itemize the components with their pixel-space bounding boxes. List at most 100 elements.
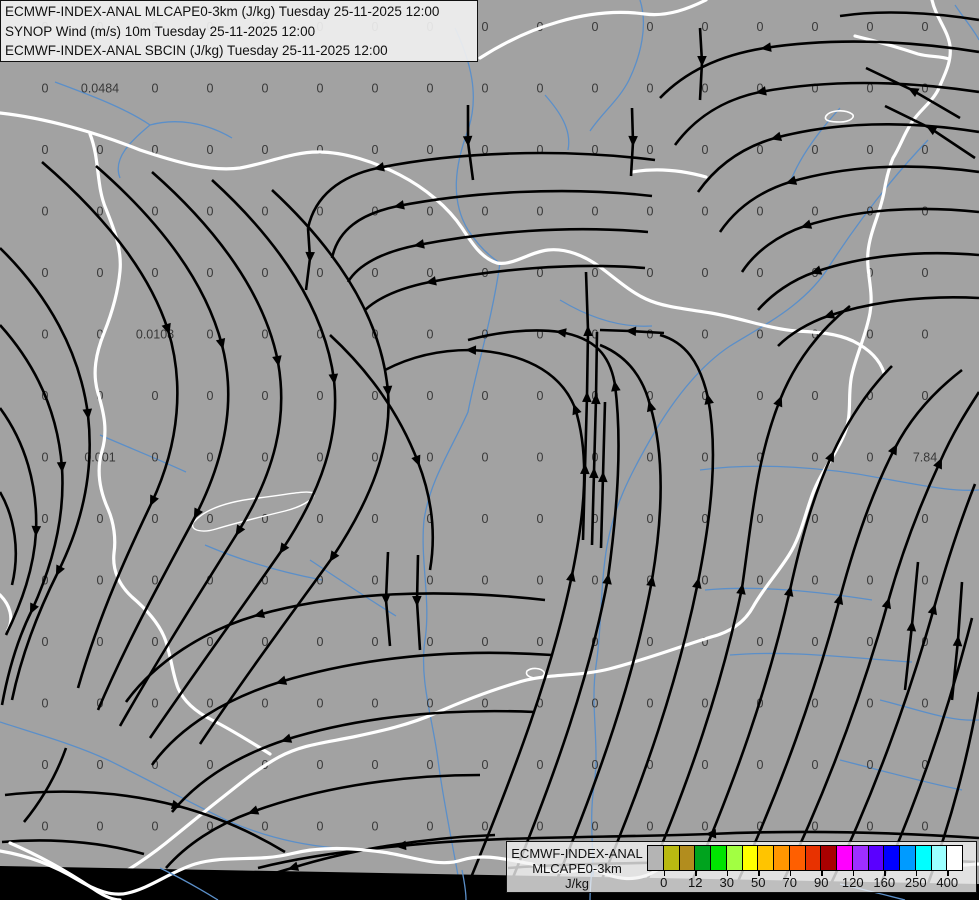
streamline xyxy=(839,11,979,22)
sbcin-zero-label: 0 xyxy=(372,697,379,711)
river xyxy=(839,759,963,791)
sbcin-zero-label: 0 xyxy=(757,574,764,588)
sbcin-zero-label: 0 xyxy=(537,512,544,526)
sbcin-zero-label: 0 xyxy=(262,512,269,526)
sbcin-zero-label: 0 xyxy=(97,266,104,280)
legend-swatch xyxy=(914,845,932,871)
sbcin-zero-label: 0 xyxy=(592,82,599,96)
sbcin-zero-label: 0 xyxy=(427,697,434,711)
sbcin-zero-label: 0 xyxy=(537,205,544,219)
sbcin-zero-label: 0 xyxy=(427,389,434,403)
sbcin-zero-label: 0 xyxy=(647,266,654,280)
legend-title-line1: ECMWF-INDEX-ANAL xyxy=(511,846,643,861)
sbcin-zero-label: 0 xyxy=(317,82,324,96)
sbcin-zero-label: 0 xyxy=(207,758,214,772)
sbcin-zero-label: 0 xyxy=(317,451,324,465)
sbcin-zero-label: 0 xyxy=(207,82,214,96)
sbcin-zero-label: 0 xyxy=(702,266,709,280)
sbcin-zero-label: 0 xyxy=(702,20,709,34)
sbcin-zero-label: 0 xyxy=(207,512,214,526)
border-east xyxy=(709,190,886,639)
sbcin-zero-label: 0 xyxy=(702,574,709,588)
sbcin-zero-label: 0 xyxy=(647,635,654,649)
sbcin-zero-label: 0 xyxy=(482,574,489,588)
sbcin-zero-label: 0 xyxy=(537,635,544,649)
sbcin-zero-label: 0 xyxy=(42,635,49,649)
border-segment xyxy=(0,593,13,632)
sbcin-zero-label: 0 xyxy=(757,512,764,526)
sbcin-zero-label: 0 xyxy=(647,328,654,342)
legend-tick-label: 250 xyxy=(904,875,927,890)
sbcin-zero-label: 0 xyxy=(42,266,49,280)
sbcin-zero-label: 0 xyxy=(207,451,214,465)
sbcin-value-label: 7.84 xyxy=(913,451,937,465)
sbcin-zero-label: 0 xyxy=(482,20,489,34)
sbcin-zero-label: 0 xyxy=(592,697,599,711)
sbcin-zero-label: 0 xyxy=(812,512,819,526)
sbcin-zero-label: 0 xyxy=(647,82,654,96)
sbcin-zero-label: 0 xyxy=(702,697,709,711)
sbcin-zero-label: 0 xyxy=(537,574,544,588)
sbcin-zero-label: 0 xyxy=(702,328,709,342)
sbcin-zero-label: 0 xyxy=(427,82,434,96)
sbcin-zero-label: 0 xyxy=(42,143,49,157)
sbcin-zero-label: 0 xyxy=(317,143,324,157)
streamline xyxy=(778,391,979,889)
sbcin-zero-label: 0 xyxy=(42,328,49,342)
legend-swatch xyxy=(836,845,853,871)
sbcin-zero-label: 0 xyxy=(757,389,764,403)
sbcin-zero-label: 0 xyxy=(97,635,104,649)
legend-tick-label: 160 xyxy=(873,875,896,890)
sbcin-zero-label: 0 xyxy=(317,758,324,772)
sbcin-zero-label: 0 xyxy=(152,512,159,526)
streamline xyxy=(330,189,653,259)
sbcin-zero-label: 0 xyxy=(757,635,764,649)
sbcin-zero-label: 0 xyxy=(537,820,544,834)
sbcin-zero-label: 0 xyxy=(152,451,159,465)
sbcin-zero-label: 0 xyxy=(482,697,489,711)
sbcin-zero-label: 0 xyxy=(372,512,379,526)
sbcin-zero-label: 0 xyxy=(372,635,379,649)
sbcin-zero-label: 0 xyxy=(42,205,49,219)
sbcin-zero-label: 0 xyxy=(702,758,709,772)
legend-tick-label: 50 xyxy=(751,875,766,890)
legend-swatch xyxy=(647,845,664,871)
streamline xyxy=(628,107,638,177)
streamline xyxy=(384,345,586,881)
sbcin-zero-label: 0 xyxy=(757,266,764,280)
sbcin-zero-label: 0 xyxy=(372,143,379,157)
title-line-mlcape: ECMWF-INDEX-ANAL MLCAPE0-3km (J/kg) Tues… xyxy=(5,4,440,19)
legend-swatch xyxy=(662,845,680,871)
sbcin-zero-label: 0 xyxy=(922,205,929,219)
title-line-wind: SYNOP Wind (m/s) 10m Tuesday 25-11-2025 … xyxy=(5,23,316,39)
sbcin-zero-label: 0 xyxy=(647,205,654,219)
sbcin-zero-label: 0 xyxy=(317,266,324,280)
streamline xyxy=(118,171,283,727)
sbcin-zero-label: 0 xyxy=(867,697,874,711)
sbcin-zero-label: 0 xyxy=(867,820,874,834)
sbcin-zero-label: 0 xyxy=(427,574,434,588)
sbcin-zero-label: 0 xyxy=(427,205,434,219)
sbcin-zero-label: 0 xyxy=(482,389,489,403)
sbcin-zero-label: 0 xyxy=(42,697,49,711)
sbcin-zero-label: 0 xyxy=(647,697,654,711)
streamline xyxy=(598,401,608,549)
border-west xyxy=(88,132,272,756)
sbcin-zero-label: 0 xyxy=(317,389,324,403)
title-box: ECMWF-INDEX-ANAL MLCAPE0-3km (J/kg) Tues… xyxy=(0,0,478,62)
sbcin-zero-label: 0 xyxy=(647,820,654,834)
legend-swatch xyxy=(820,845,837,871)
streamline xyxy=(41,161,179,689)
sbcin-zero-label: 0 xyxy=(207,205,214,219)
sbcin-zero-label: 0 xyxy=(372,266,379,280)
sbcin-zero-label: 0 xyxy=(922,820,929,834)
sbcin-zero-label: 0 xyxy=(867,20,874,34)
legend-tick-label: 70 xyxy=(782,875,797,890)
border-northeast-2 xyxy=(853,34,951,61)
sbcin-zero-label: 0 xyxy=(207,389,214,403)
sbcin-zero-label: 0 xyxy=(812,389,819,403)
sbcin-zero-label: 0 xyxy=(372,451,379,465)
sbcin-zero-label: 0 xyxy=(152,82,159,96)
sbcin-zero-label: 0 xyxy=(812,697,819,711)
legend-tick-label: 120 xyxy=(841,875,864,890)
